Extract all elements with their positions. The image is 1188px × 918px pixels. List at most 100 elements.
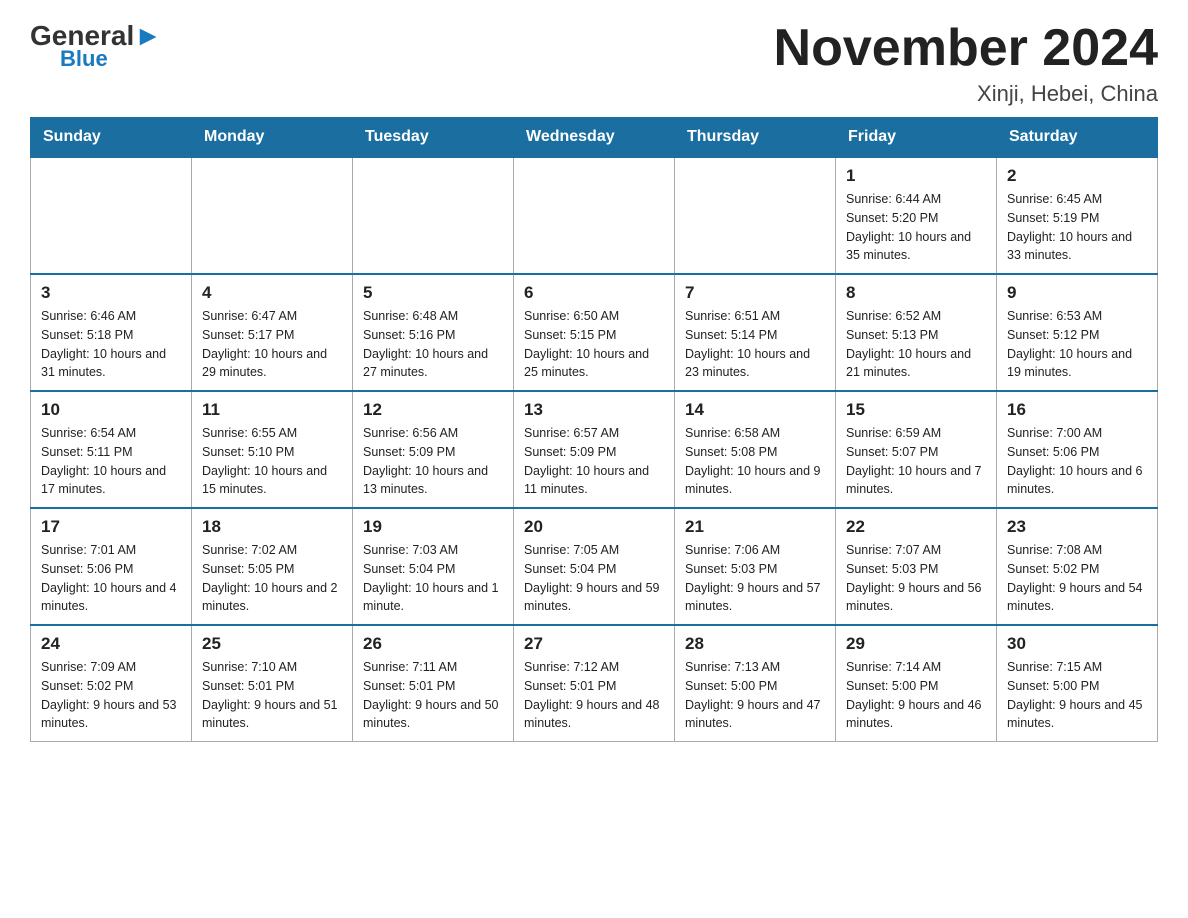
calendar-day-cell: 4 Sunrise: 6:47 AMSunset: 5:17 PMDaylight… [192, 274, 353, 391]
day-info: Sunrise: 7:10 AMSunset: 5:01 PMDaylight:… [202, 658, 342, 733]
weekday-header-wednesday: Wednesday [514, 118, 675, 158]
location-text: Xinji, Hebei, China [774, 81, 1158, 107]
day-info: Sunrise: 6:56 AMSunset: 5:09 PMDaylight:… [363, 424, 503, 499]
day-number: 20 [524, 517, 664, 537]
day-number: 17 [41, 517, 181, 537]
day-number: 10 [41, 400, 181, 420]
day-info: Sunrise: 6:59 AMSunset: 5:07 PMDaylight:… [846, 424, 986, 499]
day-info: Sunrise: 6:48 AMSunset: 5:16 PMDaylight:… [363, 307, 503, 382]
day-number: 12 [363, 400, 503, 420]
calendar-day-cell [353, 157, 514, 274]
calendar-day-cell: 20 Sunrise: 7:05 AMSunset: 5:04 PMDayligh… [514, 508, 675, 625]
day-info: Sunrise: 7:08 AMSunset: 5:02 PMDaylight:… [1007, 541, 1147, 616]
calendar-day-cell [514, 157, 675, 274]
day-info: Sunrise: 6:54 AMSunset: 5:11 PMDaylight:… [41, 424, 181, 499]
calendar-day-cell: 18Sunrise: 7:02 AMSunset: 5:05 PMDayligh… [192, 508, 353, 625]
day-info: Sunrise: 7:11 AMSunset: 5:01 PMDaylight:… [363, 658, 503, 733]
day-info: Sunrise: 7:02 AMSunset: 5:05 PMDaylight:… [202, 541, 342, 616]
day-number: 1 [846, 166, 986, 186]
day-info: Sunrise: 6:44 AMSunset: 5:20 PMDaylight:… [846, 190, 986, 265]
weekday-header-saturday: Saturday [997, 118, 1158, 158]
calendar-day-cell: 13 Sunrise: 6:57 AMSunset: 5:09 PMDayligh… [514, 391, 675, 508]
calendar-day-cell: 15 Sunrise: 6:59 AMSunset: 5:07 PMDayligh… [836, 391, 997, 508]
day-info: Sunrise: 6:51 AMSunset: 5:14 PMDaylight:… [685, 307, 825, 382]
day-info: Sunrise: 7:01 AMSunset: 5:06 PMDaylight:… [41, 541, 181, 616]
calendar-day-cell: 28 Sunrise: 7:13 AMSunset: 5:00 PMDayligh… [675, 625, 836, 742]
calendar-day-cell [31, 157, 192, 274]
calendar-day-cell: 22 Sunrise: 7:07 AMSunset: 5:03 PMDayligh… [836, 508, 997, 625]
day-number: 5 [363, 283, 503, 303]
calendar-day-cell: 21Sunrise: 7:06 AMSunset: 5:03 PMDayligh… [675, 508, 836, 625]
calendar-day-cell: 11 Sunrise: 6:55 AMSunset: 5:10 PMDayligh… [192, 391, 353, 508]
calendar-day-cell: 5 Sunrise: 6:48 AMSunset: 5:16 PMDaylight… [353, 274, 514, 391]
day-info: Sunrise: 6:50 AMSunset: 5:15 PMDaylight:… [524, 307, 664, 382]
calendar-week-row: 1 Sunrise: 6:44 AMSunset: 5:20 PMDaylight… [31, 157, 1158, 274]
calendar-day-cell [192, 157, 353, 274]
calendar-day-cell: 10 Sunrise: 6:54 AMSunset: 5:11 PMDayligh… [31, 391, 192, 508]
calendar-day-cell: 29Sunrise: 7:14 AMSunset: 5:00 PMDayligh… [836, 625, 997, 742]
logo: General► Blue [30, 20, 162, 72]
weekday-header-monday: Monday [192, 118, 353, 158]
day-number: 14 [685, 400, 825, 420]
day-number: 25 [202, 634, 342, 654]
day-info: Sunrise: 7:00 AMSunset: 5:06 PMDaylight:… [1007, 424, 1147, 499]
month-title: November 2024 [774, 20, 1158, 77]
calendar-week-row: 10 Sunrise: 6:54 AMSunset: 5:11 PMDayligh… [31, 391, 1158, 508]
day-info: Sunrise: 6:53 AMSunset: 5:12 PMDaylight:… [1007, 307, 1147, 382]
weekday-header-friday: Friday [836, 118, 997, 158]
day-number: 7 [685, 283, 825, 303]
day-info: Sunrise: 7:07 AMSunset: 5:03 PMDaylight:… [846, 541, 986, 616]
day-number: 2 [1007, 166, 1147, 186]
day-number: 23 [1007, 517, 1147, 537]
day-number: 19 [363, 517, 503, 537]
day-info: Sunrise: 7:12 AMSunset: 5:01 PMDaylight:… [524, 658, 664, 733]
page-header: General► Blue November 2024 Xinji, Hebei… [30, 20, 1158, 107]
day-info: Sunrise: 6:47 AMSunset: 5:17 PMDaylight:… [202, 307, 342, 382]
calendar-week-row: 3 Sunrise: 6:46 AMSunset: 5:18 PMDaylight… [31, 274, 1158, 391]
calendar-day-cell: 7 Sunrise: 6:51 AMSunset: 5:14 PMDaylight… [675, 274, 836, 391]
day-number: 3 [41, 283, 181, 303]
day-number: 4 [202, 283, 342, 303]
day-number: 16 [1007, 400, 1147, 420]
calendar-day-cell: 2 Sunrise: 6:45 AMSunset: 5:19 PMDaylight… [997, 157, 1158, 274]
day-info: Sunrise: 6:52 AMSunset: 5:13 PMDaylight:… [846, 307, 986, 382]
calendar-day-cell: 27Sunrise: 7:12 AMSunset: 5:01 PMDayligh… [514, 625, 675, 742]
calendar-day-cell: 24Sunrise: 7:09 AMSunset: 5:02 PMDayligh… [31, 625, 192, 742]
calendar-week-row: 17 Sunrise: 7:01 AMSunset: 5:06 PMDayligh… [31, 508, 1158, 625]
day-number: 28 [685, 634, 825, 654]
calendar-day-cell: 1 Sunrise: 6:44 AMSunset: 5:20 PMDaylight… [836, 157, 997, 274]
calendar-day-cell: 9 Sunrise: 6:53 AMSunset: 5:12 PMDaylight… [997, 274, 1158, 391]
calendar-week-row: 24Sunrise: 7:09 AMSunset: 5:02 PMDayligh… [31, 625, 1158, 742]
day-info: Sunrise: 6:58 AMSunset: 5:08 PMDaylight:… [685, 424, 825, 499]
weekday-header-thursday: Thursday [675, 118, 836, 158]
day-info: Sunrise: 6:55 AMSunset: 5:10 PMDaylight:… [202, 424, 342, 499]
day-number: 15 [846, 400, 986, 420]
day-number: 8 [846, 283, 986, 303]
day-number: 24 [41, 634, 181, 654]
day-number: 30 [1007, 634, 1147, 654]
day-info: Sunrise: 6:45 AMSunset: 5:19 PMDaylight:… [1007, 190, 1147, 265]
day-number: 26 [363, 634, 503, 654]
calendar-day-cell: 30Sunrise: 7:15 AMSunset: 5:00 PMDayligh… [997, 625, 1158, 742]
day-number: 22 [846, 517, 986, 537]
day-info: Sunrise: 7:05 AMSunset: 5:04 PMDaylight:… [524, 541, 664, 616]
calendar-day-cell: 25 Sunrise: 7:10 AMSunset: 5:01 PMDayligh… [192, 625, 353, 742]
day-number: 6 [524, 283, 664, 303]
title-block: November 2024 Xinji, Hebei, China [774, 20, 1158, 107]
calendar-day-cell: 26 Sunrise: 7:11 AMSunset: 5:01 PMDayligh… [353, 625, 514, 742]
calendar-day-cell: 8 Sunrise: 6:52 AMSunset: 5:13 PMDaylight… [836, 274, 997, 391]
weekday-header-sunday: Sunday [31, 118, 192, 158]
day-info: Sunrise: 7:13 AMSunset: 5:00 PMDaylight:… [685, 658, 825, 733]
day-number: 29 [846, 634, 986, 654]
calendar-day-cell [675, 157, 836, 274]
day-number: 11 [202, 400, 342, 420]
weekday-header-row: SundayMondayTuesdayWednesdayThursdayFrid… [31, 118, 1158, 158]
day-info: Sunrise: 6:57 AMSunset: 5:09 PMDaylight:… [524, 424, 664, 499]
calendar-day-cell: 14 Sunrise: 6:58 AMSunset: 5:08 PMDayligh… [675, 391, 836, 508]
day-number: 9 [1007, 283, 1147, 303]
calendar-day-cell: 17 Sunrise: 7:01 AMSunset: 5:06 PMDayligh… [31, 508, 192, 625]
day-number: 13 [524, 400, 664, 420]
day-info: Sunrise: 6:46 AMSunset: 5:18 PMDaylight:… [41, 307, 181, 382]
calendar-day-cell: 3 Sunrise: 6:46 AMSunset: 5:18 PMDaylight… [31, 274, 192, 391]
calendar-table: SundayMondayTuesdayWednesdayThursdayFrid… [30, 117, 1158, 742]
